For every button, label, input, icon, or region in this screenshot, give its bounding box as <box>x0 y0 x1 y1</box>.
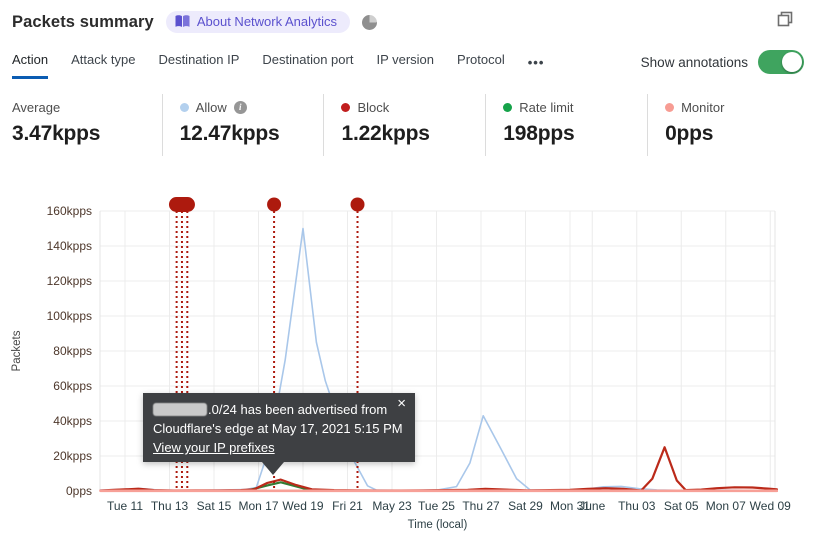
x-tick-label: Thu 03 <box>618 499 656 513</box>
stat-value: 198pps <box>503 122 575 145</box>
tab-destination-ip[interactable]: Destination IP <box>158 52 239 79</box>
badge-label: About Network Analytics <box>196 14 338 29</box>
stat-average: Average 3.47kpps <box>12 94 162 156</box>
y-tick-label: 120kpps <box>47 274 92 288</box>
y-tick-label: 80kpps <box>53 344 92 358</box>
rate-limit-dot-icon <box>503 102 513 112</box>
y-tick-label: 100kpps <box>47 309 92 323</box>
x-tick-label: Mon 17 <box>238 499 278 513</box>
toggle-knob <box>782 52 802 72</box>
tab-ip-version[interactable]: IP version <box>376 52 434 79</box>
annotation-cluster-marker[interactable] <box>168 197 195 212</box>
view-ip-prefixes-link[interactable]: View your IP prefixes <box>153 438 275 457</box>
x-tick-label: Mon 07 <box>706 499 746 513</box>
x-tick-label: Fri 21 <box>332 499 363 513</box>
stat-monitor: Monitor 0pps <box>647 94 804 156</box>
annotation-tooltip: × .0/24 has been advertised from Cloudfl… <box>143 393 415 475</box>
x-tick-label: Tue 11 <box>107 499 143 513</box>
stat-label: Rate limit <box>519 99 574 115</box>
monitor-dot-icon <box>665 102 675 112</box>
tab-protocol[interactable]: Protocol <box>457 52 505 79</box>
stat-allow: Allow i 12.47kpps <box>161 94 324 156</box>
book-icon <box>175 15 190 27</box>
show-annotations-toggle[interactable] <box>758 50 804 74</box>
stat-label: Allow <box>195 99 227 115</box>
annotation-marker[interactable] <box>267 197 282 212</box>
tab-action[interactable]: Action <box>12 52 49 79</box>
tab-destination-port[interactable]: Destination port <box>262 52 353 79</box>
tooltip-text-line2: Cloudflare's edge at May 17, 2021 5:15 P… <box>153 421 403 436</box>
redacted-ip-prefix <box>153 403 207 416</box>
x-tick-label: Wed 19 <box>282 499 323 513</box>
stat-value: 0pps <box>665 122 714 145</box>
stat-label: Monitor <box>681 99 725 115</box>
show-annotations-label: Show annotations <box>640 54 748 70</box>
stat-block: Block 1.22kpps <box>323 94 485 156</box>
stat-label: Average <box>12 99 61 115</box>
y-tick-label: 160kpps <box>47 204 92 218</box>
y-tick-label: 0pps <box>66 484 92 498</box>
close-icon[interactable]: × <box>397 396 406 411</box>
x-axis-title: Time (local) <box>408 519 468 531</box>
stat-value: 12.47kpps <box>179 122 280 145</box>
tab-attack-type[interactable]: Attack type <box>71 52 135 79</box>
show-annotations-control: Show annotations <box>641 50 804 74</box>
stat-rate-limit: Rate limit 198pps <box>485 94 647 156</box>
x-tick-label: Sat 15 <box>197 499 232 513</box>
packets-chart: 0pps 20kpps 40kpps 60kpps 80kpps 100kpps 120kp… <box>11 197 791 531</box>
stat-value: 1.22kpps <box>341 122 430 145</box>
loading-pie-icon <box>362 14 378 30</box>
stats-row: Average 3.47kpps Allow i 12.47kpps Block… <box>12 94 804 156</box>
x-tick-label: Thu 27 <box>462 499 500 513</box>
block-dot-icon <box>341 102 351 112</box>
annotation-marker[interactable] <box>350 197 365 212</box>
page-title: Packets summary <box>12 12 154 31</box>
dimension-tabs: Action Attack type Destination IP Destin… <box>12 52 544 79</box>
y-axis-title: Packets <box>11 330 23 371</box>
stat-value: 3.47kpps <box>12 122 101 145</box>
allow-dot-icon <box>179 102 189 112</box>
about-network-analytics-badge[interactable]: About Network Analytics <box>165 11 351 33</box>
stat-label: Block <box>357 99 390 115</box>
y-tick-label: 140kpps <box>47 239 92 253</box>
tooltip-text-line1: .0/24 has been advertised from <box>208 402 388 417</box>
tooltip-caret <box>262 462 284 475</box>
x-tick-label: June <box>579 499 605 513</box>
x-tick-label: Thu 13 <box>151 499 189 513</box>
y-tick-label: 20kpps <box>53 449 92 463</box>
x-tick-label: Sat 29 <box>508 499 543 513</box>
x-tick-label: Sat 05 <box>664 499 699 513</box>
x-tick-label: Tue 25 <box>418 499 455 513</box>
page-header: Packets summary About Network Analytics <box>12 11 378 33</box>
y-tick-label: 60kpps <box>53 379 92 393</box>
tabs-more-button[interactable]: ••• <box>528 55 545 79</box>
restore-window-icon[interactable] <box>777 11 793 27</box>
x-tick-label: May 23 <box>372 499 412 513</box>
y-tick-label: 40kpps <box>53 414 92 428</box>
info-icon[interactable]: i <box>233 100 247 114</box>
x-tick-label: Wed 09 <box>750 499 791 513</box>
